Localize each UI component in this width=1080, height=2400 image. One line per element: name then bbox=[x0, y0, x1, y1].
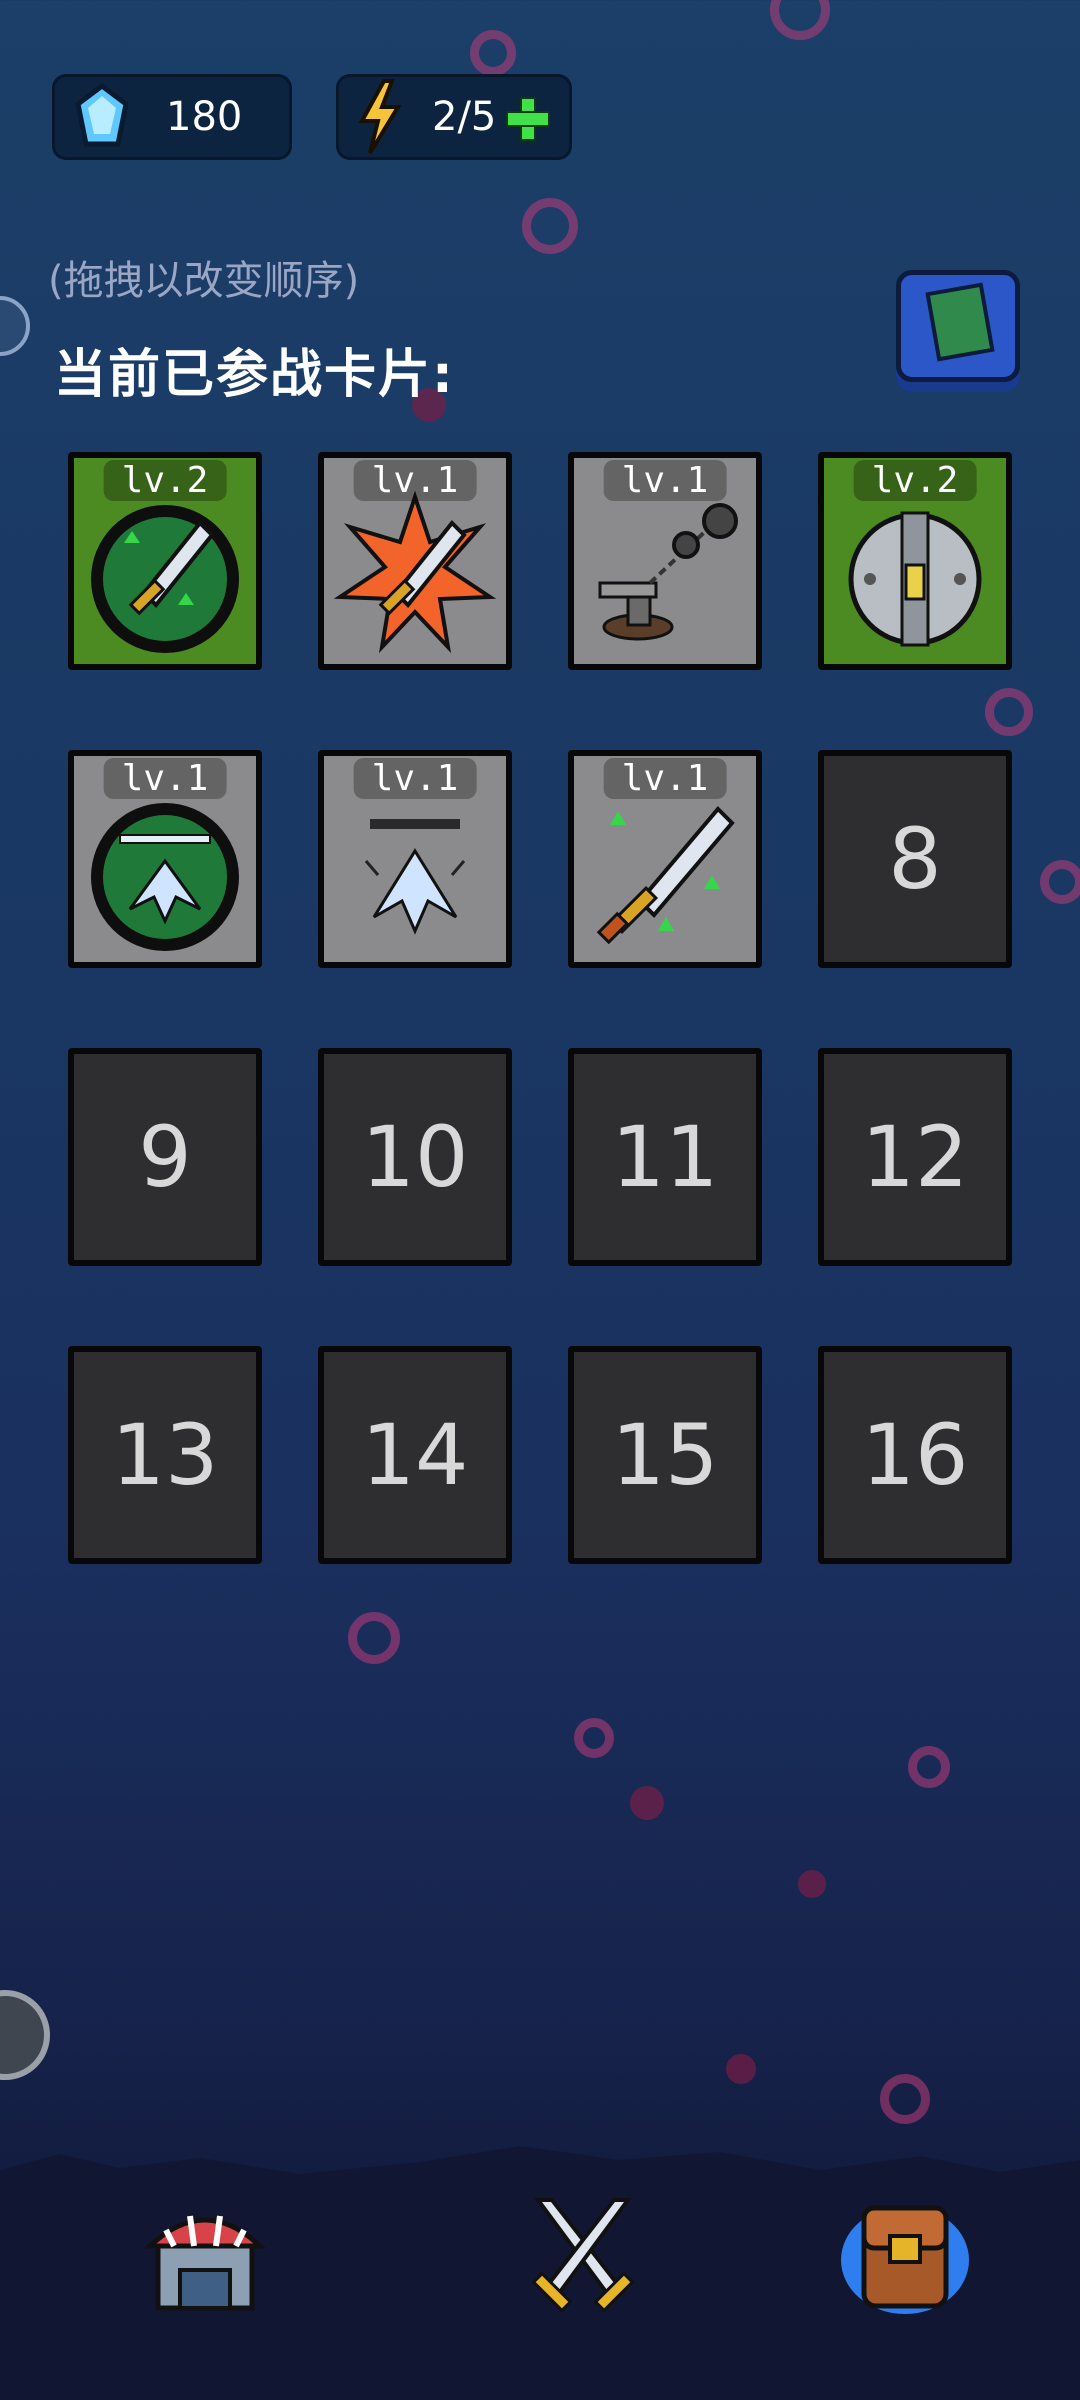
gem-counter: 180 bbox=[52, 74, 292, 160]
arrow-up-icon bbox=[364, 819, 466, 935]
empty-slot-14[interactable]: 14 bbox=[318, 1346, 512, 1564]
section-title: 当前已参战卡片: bbox=[54, 345, 455, 405]
deck-card-4[interactable]: lv.2 bbox=[818, 452, 1012, 670]
sword-arrows-icon bbox=[596, 806, 735, 945]
drag-hint: (拖拽以改变顺序) bbox=[48, 258, 360, 304]
card-level: lv.1 bbox=[353, 460, 477, 501]
bubble bbox=[522, 198, 578, 254]
slot-number: 14 bbox=[361, 1406, 469, 1504]
gem-count: 180 bbox=[166, 94, 243, 140]
bubble bbox=[470, 30, 516, 76]
card-level: lv.2 bbox=[853, 460, 977, 501]
card-collection-button[interactable] bbox=[896, 270, 1020, 382]
card-level: lv.2 bbox=[103, 460, 227, 501]
card-level: lv.1 bbox=[103, 758, 227, 799]
bubble bbox=[1040, 860, 1080, 904]
deck-card-3[interactable]: lv.1 bbox=[568, 452, 762, 670]
card-level: lv.1 bbox=[603, 758, 727, 799]
empty-slot-10[interactable]: 10 bbox=[318, 1048, 512, 1266]
bubble bbox=[985, 688, 1033, 736]
sword-burst-icon bbox=[333, 490, 497, 654]
slot-number: 8 bbox=[888, 810, 942, 908]
deck-card-7[interactable]: lv.1 bbox=[568, 750, 762, 968]
bubble bbox=[798, 1870, 826, 1898]
floating-assistant-button[interactable] bbox=[0, 1990, 50, 2080]
deck-card-6[interactable]: lv.1 bbox=[318, 750, 512, 968]
deck-card-5[interactable]: lv.1 bbox=[68, 750, 262, 968]
bubble bbox=[726, 2054, 756, 2084]
slot-number: 9 bbox=[138, 1108, 192, 1206]
empty-slot-16[interactable]: 16 bbox=[818, 1346, 1012, 1564]
slot-number: 15 bbox=[611, 1406, 719, 1504]
round-robot-icon bbox=[848, 511, 982, 647]
slot-number: 13 bbox=[111, 1406, 219, 1504]
slot-number: 10 bbox=[361, 1108, 469, 1206]
add-energy-button[interactable] bbox=[506, 97, 551, 141]
empty-slot-15[interactable]: 15 bbox=[568, 1346, 762, 1564]
empty-slot-8[interactable]: 8 bbox=[818, 750, 1012, 968]
card-collection-icon bbox=[925, 282, 995, 362]
lightning-icon bbox=[358, 79, 402, 155]
energy-count: 2/5 bbox=[432, 94, 497, 140]
energy-counter: 2/5 bbox=[336, 74, 572, 160]
card-level: lv.1 bbox=[353, 758, 477, 799]
slot-number: 11 bbox=[611, 1108, 719, 1206]
bubble bbox=[630, 1786, 664, 1820]
crossed-swords-icon[interactable] bbox=[518, 2190, 648, 2320]
bubble bbox=[348, 1612, 400, 1664]
slot-number: 16 bbox=[861, 1406, 969, 1504]
card-level: lv.1 bbox=[603, 460, 727, 501]
ball-chain-turret-icon bbox=[598, 503, 738, 641]
side-tab[interactable] bbox=[0, 296, 30, 356]
bubble bbox=[770, 0, 830, 40]
bubble bbox=[908, 1746, 950, 1788]
shop-icon[interactable] bbox=[140, 2190, 270, 2320]
gem-icon bbox=[75, 82, 129, 147]
bubble bbox=[574, 1718, 614, 1758]
backpack-icon[interactable] bbox=[840, 2190, 970, 2320]
sword-upgrade-icon bbox=[91, 505, 239, 653]
empty-slot-12[interactable]: 12 bbox=[818, 1048, 1012, 1266]
empty-slot-13[interactable]: 13 bbox=[68, 1346, 262, 1564]
deck-card-1[interactable]: lv.2 bbox=[68, 452, 262, 670]
bubble bbox=[880, 2074, 930, 2124]
slot-number: 12 bbox=[861, 1108, 969, 1206]
empty-slot-9[interactable]: 9 bbox=[68, 1048, 262, 1266]
empty-slot-11[interactable]: 11 bbox=[568, 1048, 762, 1266]
arrow-upgrade-icon bbox=[91, 803, 239, 951]
deck-card-2[interactable]: lv.1 bbox=[318, 452, 512, 670]
